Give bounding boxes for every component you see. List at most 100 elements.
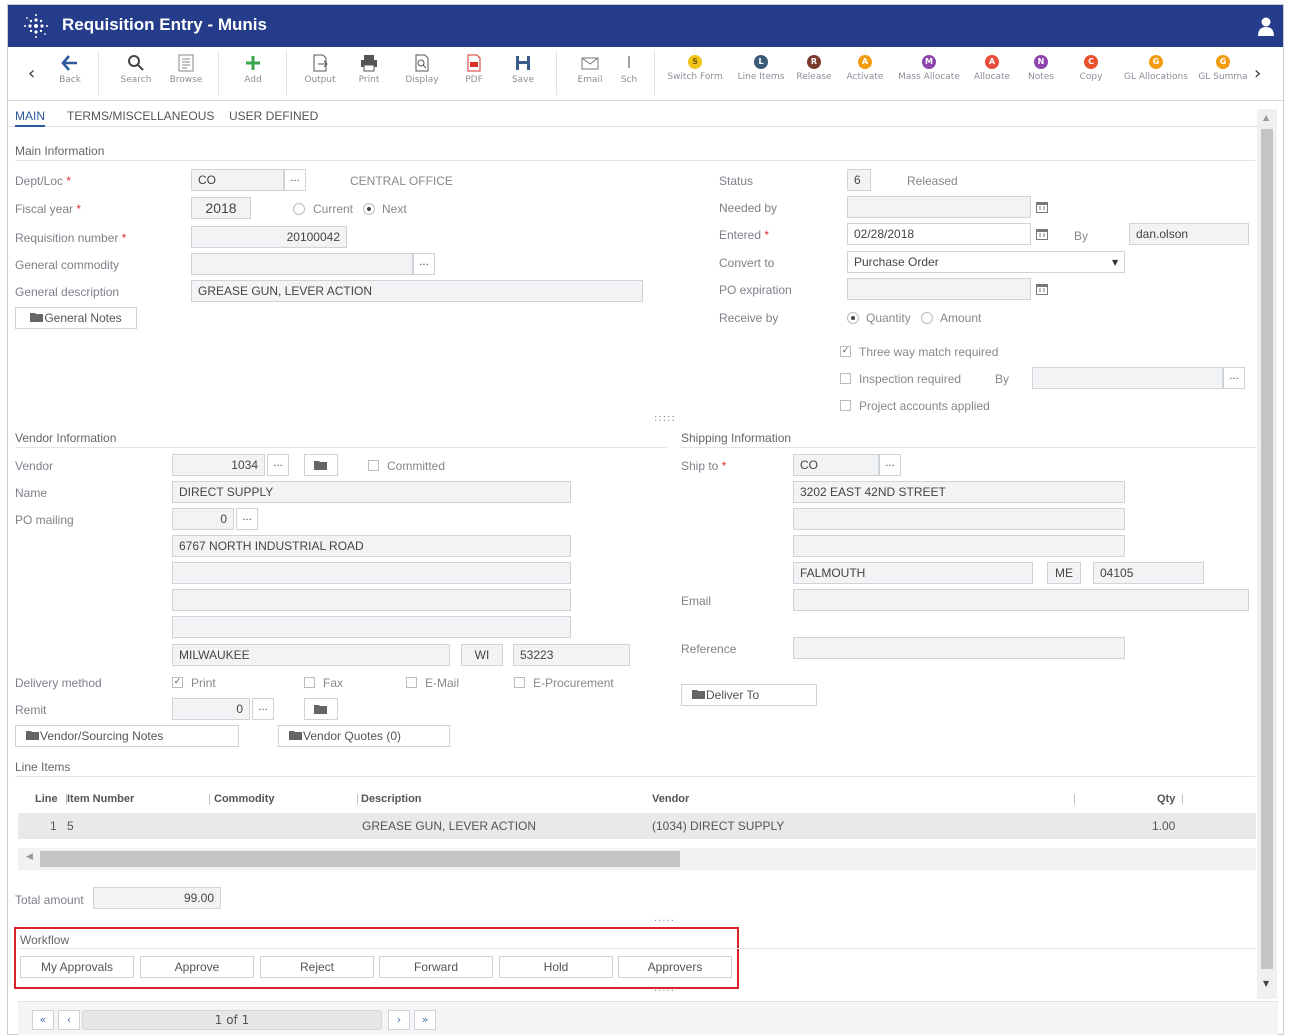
activate-button[interactable]: A Activate <box>842 47 888 101</box>
gl-summary-button[interactable]: G GL Summa <box>1198 47 1248 101</box>
add-button[interactable]: Add <box>238 47 268 101</box>
vendor-zip-field[interactable]: 53223 <box>513 644 630 666</box>
search-button[interactable]: Search <box>118 47 154 101</box>
save-button[interactable]: Save <box>508 47 538 101</box>
splitter-handle[interactable]: ::::: <box>654 413 676 424</box>
notes-button[interactable]: N Notes <box>1024 47 1058 101</box>
scrollbar-thumb[interactable] <box>40 851 680 867</box>
approve-button[interactable]: Approve <box>140 956 254 978</box>
general-notes-button[interactable]: General Notes <box>15 307 137 329</box>
amount-radio[interactable] <box>921 312 933 324</box>
schedule-button[interactable]: Sch <box>618 47 640 101</box>
entered-date-field[interactable]: 02/28/2018 <box>847 223 1031 245</box>
col-item-number[interactable]: Item Number <box>67 793 134 805</box>
vendor-lookup-button[interactable]: ... <box>267 454 289 476</box>
po-mailing-field[interactable]: 0 <box>172 508 234 530</box>
previous-record-button[interactable]: ‹ <box>58 1010 80 1030</box>
remit-notes-button[interactable] <box>304 698 338 720</box>
first-record-button[interactable]: « <box>32 1010 54 1030</box>
general-description-field[interactable]: GREASE GUN, LEVER ACTION <box>191 280 643 302</box>
inspection-required-checkbox[interactable] <box>840 373 851 384</box>
vendor-notes-button[interactable] <box>304 454 338 476</box>
convert-to-select[interactable]: Purchase Order <box>847 251 1125 273</box>
vendor-address-line4[interactable] <box>172 616 571 638</box>
fiscal-year-field[interactable]: 2018 <box>191 197 251 219</box>
scroll-up-icon[interactable]: ▲ <box>1263 113 1269 122</box>
inspection-by-field[interactable] <box>1032 367 1223 389</box>
switch-form-button[interactable]: S Switch Form <box>664 47 726 101</box>
po-expiration-field[interactable] <box>847 278 1031 300</box>
fax-checkbox[interactable] <box>304 677 315 688</box>
ship-to-lookup-button[interactable]: ... <box>879 454 901 476</box>
my-approvals-button[interactable]: My Approvals <box>20 956 134 978</box>
dept-loc-lookup-button[interactable]: ... <box>284 169 306 191</box>
release-button[interactable]: R Release <box>794 47 834 101</box>
next-radio[interactable] <box>363 203 375 215</box>
pdf-button[interactable]: PDF <box>460 47 488 101</box>
ship-address-line1[interactable]: 3202 EAST 42ND STREET <box>793 481 1125 503</box>
reference-field[interactable] <box>793 637 1125 659</box>
vertical-scrollbar[interactable]: ▲ ▼ <box>1257 109 1277 999</box>
gl-allocations-button[interactable]: G GL Allocations <box>1122 47 1190 101</box>
vendor-field[interactable]: 1034 <box>172 454 265 476</box>
toolbar-scroll-right-icon[interactable]: › <box>1254 63 1261 84</box>
display-button[interactable]: Display <box>402 47 442 101</box>
deliver-to-button[interactable]: Deliver To <box>681 684 817 706</box>
splitter-handle[interactable]: ..... <box>654 913 675 924</box>
next-record-button[interactable]: › <box>388 1010 410 1030</box>
quantity-radio[interactable] <box>847 312 859 324</box>
vendor-address-line2[interactable] <box>172 562 571 584</box>
requisition-number-field[interactable]: 20100042 <box>191 226 347 248</box>
scrollbar-thumb[interactable] <box>1261 129 1273 969</box>
ship-to-field[interactable]: CO <box>793 454 879 476</box>
tab-main[interactable]: MAIN <box>15 109 45 127</box>
col-commodity[interactable]: Commodity <box>214 793 275 805</box>
table-row[interactable]: 1 5 GREASE GUN, LEVER ACTION (1034) DIRE… <box>18 813 1256 839</box>
vendor-address-line1[interactable]: 6767 NORTH INDUSTRIAL ROAD <box>172 535 571 557</box>
vendor-address-line3[interactable] <box>172 589 571 611</box>
po-mailing-lookup-button[interactable]: ... <box>236 508 258 530</box>
project-accounts-checkbox[interactable] <box>840 400 851 411</box>
col-vendor[interactable]: Vendor <box>652 793 689 805</box>
dept-loc-field[interactable]: CO <box>191 169 284 191</box>
approvers-button[interactable]: Approvers <box>618 956 732 978</box>
user-icon[interactable] <box>1257 16 1275 36</box>
committed-checkbox[interactable] <box>368 460 379 471</box>
vendor-sourcing-notes-button[interactable]: Vendor/Sourcing Notes <box>15 725 239 747</box>
back-button[interactable]: Back <box>54 47 86 101</box>
ship-city-field[interactable]: FALMOUTH <box>793 562 1033 584</box>
print-checkbox[interactable]: ✓ <box>172 677 183 688</box>
ship-address-line2[interactable] <box>793 508 1125 530</box>
hold-button[interactable]: Hold <box>499 956 613 978</box>
needed-by-field[interactable] <box>847 196 1031 218</box>
allocate-button[interactable]: A Allocate <box>970 47 1014 101</box>
scroll-left-icon[interactable]: ◀ <box>26 852 33 862</box>
email-checkbox[interactable] <box>406 677 417 688</box>
ship-zip-field[interactable]: 04105 <box>1093 562 1204 584</box>
vendor-state-field[interactable]: WI <box>461 644 503 666</box>
reject-button[interactable]: Reject <box>260 956 374 978</box>
col-line[interactable]: Line <box>35 793 58 805</box>
copy-button[interactable]: C Copy <box>1074 47 1108 101</box>
ship-address-line3[interactable] <box>793 535 1125 557</box>
print-button[interactable]: Print <box>354 47 384 101</box>
last-record-button[interactable]: » <box>414 1010 436 1030</box>
browse-button[interactable]: Browse <box>168 47 204 101</box>
line-items-button[interactable]: L Line Items <box>734 47 788 101</box>
splitter-handle[interactable]: ..... <box>654 983 675 994</box>
grid-horizontal-scrollbar[interactable]: ◀ <box>18 848 1256 870</box>
general-commodity-field[interactable] <box>191 253 413 275</box>
needed-by-calendar-icon[interactable] <box>1035 200 1049 214</box>
po-expiration-calendar-icon[interactable] <box>1035 282 1049 296</box>
entered-calendar-icon[interactable] <box>1035 227 1049 241</box>
three-way-match-checkbox[interactable]: ✓ <box>840 346 851 357</box>
email-button[interactable]: Email <box>574 47 606 101</box>
e-procurement-checkbox[interactable] <box>514 677 525 688</box>
mass-allocate-button[interactable]: M Mass Allocate <box>896 47 962 101</box>
scroll-down-icon[interactable]: ▼ <box>1263 979 1269 988</box>
tab-user-defined[interactable]: USER DEFINED <box>229 109 318 123</box>
vendor-quotes-button[interactable]: Vendor Quotes (0) <box>278 725 450 747</box>
remit-lookup-button[interactable]: ... <box>252 698 274 720</box>
ship-state-field[interactable]: ME <box>1047 562 1081 584</box>
col-description[interactable]: Description <box>361 793 422 805</box>
